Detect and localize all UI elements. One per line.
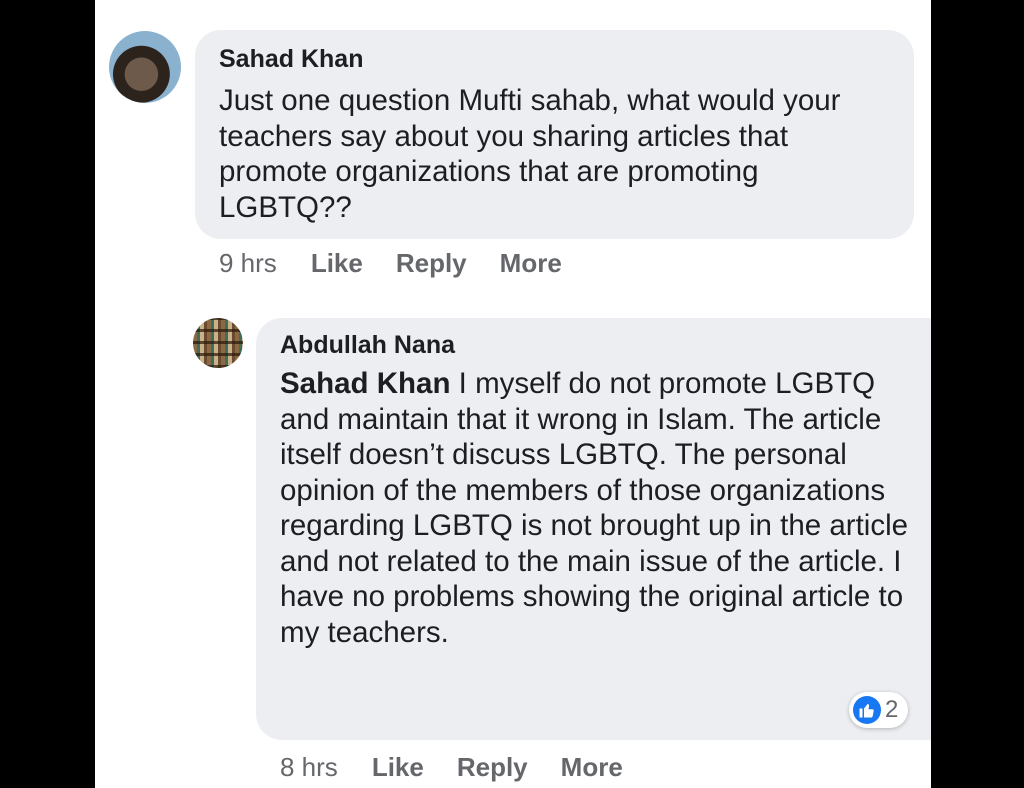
comment-author[interactable]: Sahad Khan	[219, 44, 892, 74]
more-button[interactable]: More	[500, 248, 562, 279]
reaction-badge[interactable]: 2	[849, 692, 909, 728]
avatar[interactable]	[109, 31, 181, 103]
comment-author[interactable]: Abdullah Nana	[280, 330, 930, 360]
comment-actions: 9 hrs Like Reply More	[219, 248, 595, 279]
comment-timestamp[interactable]: 9 hrs	[219, 248, 277, 279]
comment-bubble: Sahad Khan Just one question Mufti sahab…	[195, 30, 914, 239]
reply-button[interactable]: Reply	[396, 248, 467, 279]
comment-thread: Sahad Khan Just one question Mufti sahab…	[95, 0, 931, 788]
comment-actions: 8 hrs Like Reply More	[280, 752, 656, 783]
mention-link[interactable]: Sahad Khan	[280, 367, 450, 400]
like-icon	[853, 696, 881, 724]
reply-button[interactable]: Reply	[457, 752, 528, 783]
comment-body: I myself do not promote LGBTQ and mainta…	[280, 367, 909, 649]
comment-text: Sahad Khan I myself do not promote LGBTQ…	[280, 366, 930, 650]
like-button[interactable]: Like	[372, 752, 424, 783]
reaction-count: 2	[885, 696, 899, 723]
like-button[interactable]: Like	[311, 248, 363, 279]
comment-timestamp[interactable]: 8 hrs	[280, 752, 338, 783]
reply-bubble: Abdullah Nana Sahad Khan I myself do not…	[256, 318, 931, 740]
comment-text: Just one question Mufti sahab, what woul…	[219, 84, 841, 224]
avatar[interactable]	[193, 318, 243, 368]
more-button[interactable]: More	[561, 752, 623, 783]
